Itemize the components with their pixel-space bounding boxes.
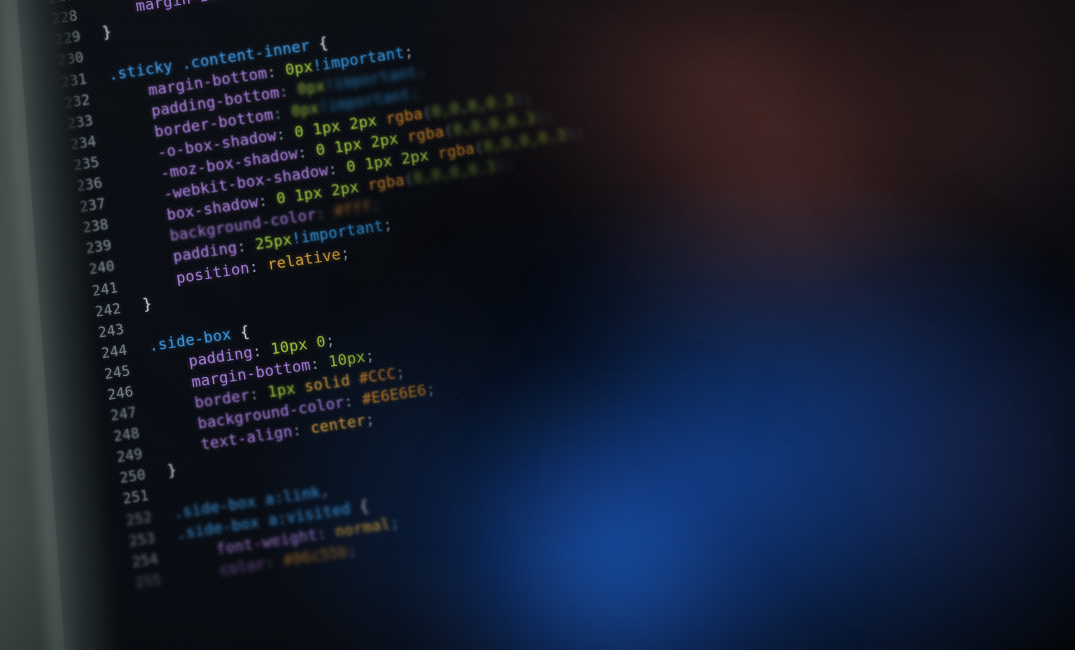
token-brc: }: [141, 294, 154, 314]
token-pun: [182, 561, 221, 584]
token-num: 0px: [283, 56, 315, 79]
monitor-screen: 225.mpstate { display: none; }226227.sti…: [14, 0, 1075, 650]
token-pun: ;: [414, 61, 427, 81]
token-pun: );: [494, 154, 516, 176]
token-pun: ;: [369, 196, 382, 216]
token-num: 0px: [290, 98, 321, 121]
token-pun: ,: [318, 480, 331, 501]
code-line-source[interactable]: }: [166, 460, 178, 482]
code-editor-text[interactable]: 225.mpstate { display: none; }226227.sti…: [11, 0, 641, 598]
token-prop: color: [218, 554, 267, 580]
token-pun: ;: [408, 83, 421, 103]
code-line-source[interactable]: }: [141, 293, 153, 315]
token-brc: }: [101, 22, 113, 42]
token-pun: ;: [394, 363, 407, 383]
token-brc: {: [317, 33, 330, 53]
token-pun: ;: [339, 243, 352, 263]
token-pun: :: [277, 80, 299, 101]
token-pun: ;: [402, 41, 415, 62]
photo-of-code-editor-screen: 225.mpstate { display: none; }226227.sti…: [0, 0, 1075, 650]
token-pun: ;: [388, 513, 401, 533]
token-pun: ;: [346, 540, 358, 561]
token-brc: {: [358, 496, 370, 516]
token-pun: :: [271, 102, 293, 124]
token-pun: );: [533, 106, 555, 127]
token-pun: ;: [324, 330, 337, 351]
token-pun: ;: [364, 410, 376, 430]
token-brc: {: [238, 322, 251, 342]
token-pun: ;: [381, 215, 394, 235]
code-line-source[interactable]: }: [101, 22, 113, 44]
token-pun: ;: [363, 346, 376, 366]
token-pun: );: [512, 88, 534, 109]
token-pun: ;: [424, 379, 437, 400]
token-pun: );: [564, 123, 586, 144]
token-num: 0px: [296, 76, 327, 99]
token-brc: }: [166, 460, 178, 481]
